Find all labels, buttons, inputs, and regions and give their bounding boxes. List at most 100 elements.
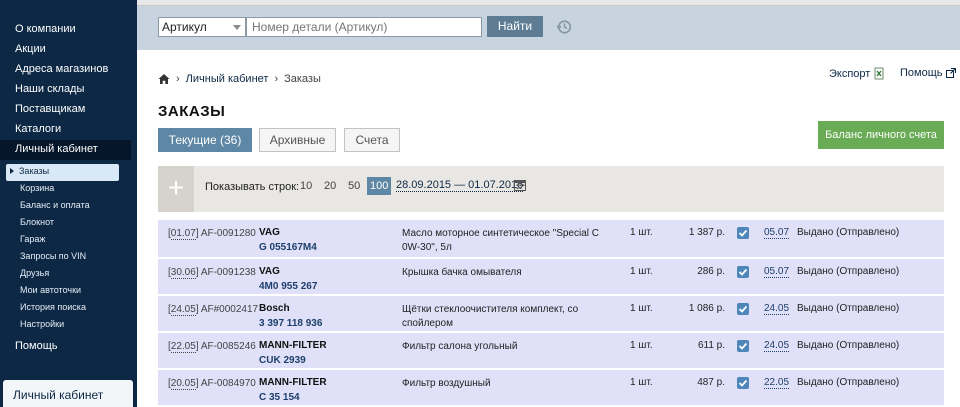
order-price: 1 086 р.	[688, 303, 725, 314]
order-description: Фильтр салона угольный	[402, 341, 518, 352]
order-brand: VAG	[259, 266, 280, 277]
balance-button[interactable]: Баланс личного счета	[818, 121, 944, 149]
order-date: 01.07	[170, 228, 196, 240]
checkbox-checked-icon[interactable]	[737, 303, 749, 315]
order-part-number[interactable]: CUK 2939	[259, 355, 306, 366]
tab-current[interactable]: Текущие (36)	[158, 128, 252, 152]
sidebar-subitem-cart[interactable]: Корзина	[0, 181, 137, 198]
order-part-number[interactable]: C 35 154	[259, 392, 300, 403]
table-row[interactable]: [01.07] AF-0091280 VAG G 055167M4 Масло …	[158, 220, 944, 259]
sidebar-item-account[interactable]: Личный кабинет	[0, 140, 131, 160]
calendar-icon[interactable]	[514, 179, 526, 191]
breadcrumb-current: Заказы	[284, 73, 321, 85]
export-link[interactable]: Экспорт	[829, 67, 886, 80]
order-brand: VAG	[259, 227, 280, 238]
order-part-number[interactable]: G 055167M4	[259, 242, 317, 253]
order-date-number[interactable]: [24.05] AF#0002417	[168, 304, 259, 316]
order-price: 286 р.	[697, 266, 725, 277]
orders-table: [01.07] AF-0091280 VAG G 055167M4 Масло …	[158, 220, 944, 407]
checkbox-checked-icon[interactable]	[737, 266, 749, 278]
sidebar-subitem-vin-requests[interactable]: Запросы по VIN	[0, 249, 137, 266]
order-date-number[interactable]: [30.06] AF-0091238	[168, 267, 256, 279]
sidebar-item-help[interactable]: Помощь	[15, 340, 58, 352]
sidebar-subitem-my-points[interactable]: Мои автоточки	[0, 283, 137, 300]
order-price: 1 387 р.	[688, 227, 725, 238]
rows-per-page-label: Показывать строк:	[205, 181, 300, 193]
table-row[interactable]: [30.06] AF-0091238 VAG 4M0 955 267 Крышк…	[158, 259, 944, 296]
sidebar-main-menu: О компании Акции Адреса магазинов Наши с…	[0, 20, 137, 334]
search-bar: Артикул Найти	[137, 6, 960, 50]
home-icon[interactable]	[158, 73, 170, 85]
order-quantity: 1 шт.	[630, 340, 653, 351]
order-status: Выдано (Отправлено)	[797, 227, 900, 238]
sidebar-submenu: Заказы Корзина Баланс и оплата Блокнот Г…	[0, 164, 137, 334]
sidebar: О компании Акции Адреса магазинов Наши с…	[0, 0, 137, 407]
order-delivery-date[interactable]: 05.07	[764, 266, 790, 278]
breadcrumb: › Личный кабинет › Заказы	[158, 73, 321, 85]
filter-bar: + Показывать строк: 10 20 50 100 28.09.2…	[158, 166, 944, 212]
order-part-number[interactable]: 4M0 955 267	[259, 281, 317, 292]
order-status: Выдано (Отправлено)	[797, 377, 900, 388]
checkbox-checked-icon[interactable]	[737, 340, 749, 352]
sidebar-item-suppliers[interactable]: Поставщикам	[0, 100, 137, 120]
order-quantity: 1 шт.	[630, 377, 653, 388]
date-range-picker[interactable]: 28.09.2015 — 01.07.2016	[396, 179, 524, 192]
tab-archive[interactable]: Архивные	[259, 128, 336, 152]
sidebar-item-store-addresses[interactable]: Адреса магазинов	[0, 60, 137, 80]
excel-icon	[874, 67, 884, 80]
order-date: 24.05	[170, 304, 196, 316]
order-date-number[interactable]: [01.07] AF-0091280	[168, 228, 256, 240]
sidebar-subitem-search-history[interactable]: История поиска	[0, 300, 137, 317]
order-delivery-date[interactable]: 22.05	[764, 377, 790, 389]
sidebar-item-promotions[interactable]: Акции	[0, 40, 137, 60]
sidebar-subitem-notepad[interactable]: Блокнот	[0, 215, 137, 232]
rows-option-10[interactable]: 10	[297, 177, 315, 195]
sidebar-subitem-garage[interactable]: Гараж	[0, 232, 137, 249]
sidebar-subitem-friends[interactable]: Друзья	[0, 266, 137, 283]
rows-option-20[interactable]: 20	[321, 177, 339, 195]
order-status: Выдано (Отправлено)	[797, 266, 900, 277]
breadcrumb-separator: ›	[176, 73, 180, 85]
chevron-down-icon	[233, 25, 241, 30]
search-input[interactable]	[246, 17, 482, 37]
order-price: 611 р.	[697, 340, 725, 351]
order-quantity: 1 шт.	[630, 266, 653, 277]
sidebar-subitem-orders[interactable]: Заказы	[6, 164, 119, 181]
search-type-select[interactable]: Артикул	[158, 17, 246, 37]
sidebar-subitem-settings[interactable]: Настройки	[0, 317, 137, 334]
order-delivery-date[interactable]: 24.05	[764, 303, 790, 315]
sidebar-item-warehouses[interactable]: Наши склады	[0, 80, 137, 100]
checkbox-checked-icon[interactable]	[737, 227, 749, 239]
order-number: AF-0085246	[200, 341, 256, 352]
order-quantity: 1 шт.	[630, 227, 653, 238]
order-brand: MANN-FILTER	[259, 377, 327, 388]
add-filter-button[interactable]: +	[158, 166, 194, 212]
rows-option-100[interactable]: 100	[367, 177, 392, 195]
help-link[interactable]: Помощь	[900, 67, 956, 79]
order-part-number[interactable]: 3 397 118 936	[259, 318, 322, 329]
table-row[interactable]: [22.05] AF-0085246 MANN-FILTER CUK 2939 …	[158, 333, 944, 370]
order-number: AF-0091238	[200, 267, 256, 278]
order-number: AF#0002417	[200, 304, 259, 315]
rows-option-50[interactable]: 50	[345, 177, 363, 195]
breadcrumb-account[interactable]: Личный кабинет	[186, 73, 269, 85]
order-quantity: 1 шт.	[630, 303, 653, 314]
sidebar-item-about[interactable]: О компании	[0, 20, 137, 40]
table-row[interactable]: [24.05] AF#0002417 Bosch 3 397 118 936 Щ…	[158, 296, 944, 333]
order-brand: Bosch	[259, 303, 290, 314]
table-row[interactable]: [20.05] AF-0084970 MANN-FILTER C 35 154 …	[158, 370, 944, 407]
find-button[interactable]: Найти	[487, 16, 543, 37]
order-delivery-date[interactable]: 05.07	[764, 227, 790, 239]
order-delivery-date[interactable]: 24.05	[764, 340, 790, 352]
triangle-right-icon	[10, 168, 14, 174]
export-label: Экспорт	[829, 67, 871, 80]
sidebar-account-panel[interactable]: Личный кабинет	[3, 380, 133, 407]
history-icon[interactable]	[556, 19, 572, 35]
sidebar-subitem-balance[interactable]: Баланс и оплата	[0, 198, 137, 215]
order-date-number[interactable]: [20.05] AF-0084970	[168, 378, 256, 390]
sidebar-item-catalogs[interactable]: Каталоги	[0, 120, 137, 140]
external-link-icon	[945, 68, 956, 78]
checkbox-checked-icon[interactable]	[737, 377, 749, 389]
order-date-number[interactable]: [22.05] AF-0085246	[168, 341, 256, 353]
tab-invoices[interactable]: Счета	[344, 128, 400, 152]
